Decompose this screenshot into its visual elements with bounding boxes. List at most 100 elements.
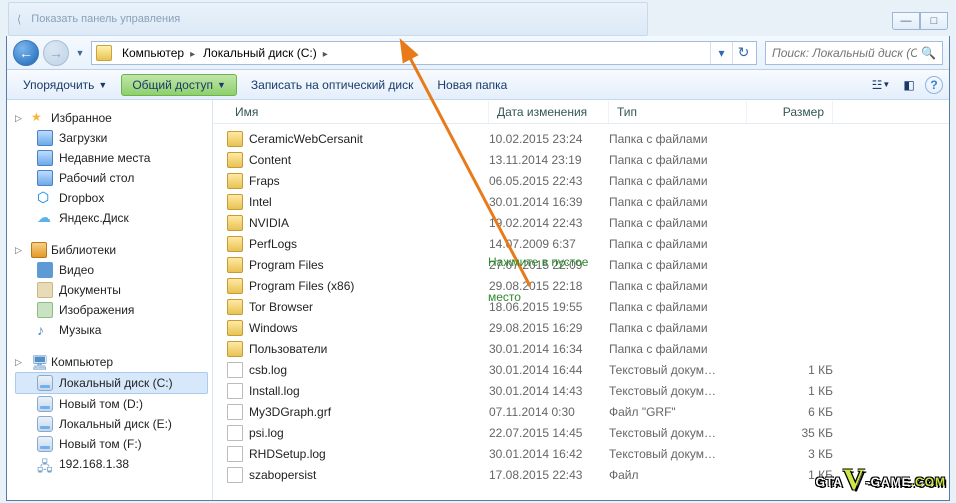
history-dropdown[interactable]: ▼	[73, 48, 87, 58]
file-row[interactable]: Windows29.08.2015 16:29Папка с файлами	[227, 317, 949, 338]
sidebar-item[interactable]: Видео	[15, 260, 208, 280]
item-icon	[37, 262, 53, 278]
sidebar-item[interactable]: Новый том (F:)	[15, 434, 208, 454]
col-date[interactable]: Дата изменения	[489, 101, 609, 123]
cell-date: 22.07.2015 14:45	[489, 426, 609, 440]
sidebar-item[interactable]: Изображения	[15, 300, 208, 320]
item-label: 192.168.1.38	[59, 457, 129, 471]
file-row[interactable]: PerfLogs14.07.2009 6:37Папка с файлами	[227, 233, 949, 254]
computer-header[interactable]: ▷ 🖥 Компьютер	[15, 352, 208, 372]
cell-type: Папка с файлами	[609, 195, 747, 209]
cell-date: 14.07.2009 6:37	[489, 237, 609, 251]
sidebar-item[interactable]: Загрузки	[15, 128, 208, 148]
file-row[interactable]: Program Files27.07.2015 22:09Папка с фай…	[227, 254, 949, 275]
chevron-down-icon: ▼	[98, 80, 107, 90]
sidebar-item[interactable]: ☁Яндекс.Диск	[15, 208, 208, 228]
cell-type: Текстовый докум…	[609, 447, 747, 461]
sidebar-item[interactable]: Рабочий стол	[15, 168, 208, 188]
libraries-header[interactable]: ▷ Библиотеки	[15, 240, 208, 260]
search-input[interactable]	[772, 46, 917, 60]
minimize-button[interactable]: —	[892, 12, 920, 30]
view-options-button[interactable]: ☳ ▼	[869, 74, 893, 96]
cell-size: 6 КБ	[747, 405, 833, 419]
window-chrome-buttons: — □	[892, 12, 948, 30]
star-icon: ★	[31, 110, 47, 126]
file-row[interactable]: Intel30.01.2014 16:39Папка с файлами	[227, 191, 949, 212]
item-icon	[37, 150, 53, 166]
back-button[interactable]: ←	[13, 40, 39, 66]
libraries-group: ▷ Библиотеки Видео Документы Изображения♪М…	[15, 240, 208, 340]
file-row[interactable]: Пользователи30.01.2014 16:34Папка с файл…	[227, 338, 949, 359]
item-icon	[37, 396, 53, 412]
cell-date: 27.07.2015 22:09	[489, 258, 609, 272]
new-folder-button[interactable]: Новая папка	[427, 74, 517, 96]
file-row[interactable]: Tor Browser18.06.2015 19:55Папка с файла…	[227, 296, 949, 317]
file-row[interactable]: Content13.11.2014 23:19Папка с файлами	[227, 149, 949, 170]
cell-date: 06.05.2015 22:43	[489, 174, 609, 188]
sidebar-item[interactable]: ⬡Dropbox	[15, 188, 208, 208]
sidebar-item[interactable]: Документы	[15, 280, 208, 300]
col-type[interactable]: Тип	[609, 101, 747, 123]
cell-name: Program Files (x86)	[249, 279, 489, 293]
sidebar-item[interactable]: Локальный диск (E:)	[15, 414, 208, 434]
item-icon	[37, 302, 53, 318]
file-row[interactable]: RHDSetup.log30.01.2014 16:42Текстовый до…	[227, 443, 949, 464]
sidebar-item[interactable]: Недавние места	[15, 148, 208, 168]
body-split: ▷ ★ Избранное ЗагрузкиНедавние местаРабо…	[7, 100, 949, 500]
file-row[interactable]: CeramicWebCersanit10.02.2015 23:24Папка …	[227, 128, 949, 149]
cell-date: 29.08.2015 16:29	[489, 321, 609, 335]
cell-type: Папка с файлами	[609, 132, 747, 146]
cell-name: CeramicWebCersanit	[249, 132, 489, 146]
file-icon	[227, 446, 243, 462]
sidebar-item[interactable]: Локальный диск (C:)	[15, 372, 208, 394]
cell-date: 29.08.2015 22:18	[489, 279, 609, 293]
refresh-button[interactable]: ↻	[732, 42, 754, 64]
cell-date: 30.01.2014 16:42	[489, 447, 609, 461]
preview-pane-button[interactable]: ◧	[897, 74, 921, 96]
item-label: Музыка	[59, 323, 101, 337]
folder-icon	[227, 152, 243, 168]
forward-button[interactable]: →	[43, 40, 69, 66]
breadcrumb-drive[interactable]: Локальный диск (C:)	[199, 46, 332, 60]
breadcrumb-root[interactable]: Компьютер	[118, 46, 199, 60]
file-row[interactable]: Fraps06.05.2015 22:43Папка с файлами	[227, 170, 949, 191]
address-dropdown[interactable]: ▾	[710, 42, 732, 64]
file-list-area: Имя Дата изменения Тип Размер CeramicWeb…	[213, 100, 949, 500]
file-rows[interactable]: CeramicWebCersanit10.02.2015 23:24Папка …	[213, 124, 949, 500]
sidebar-item[interactable]: Новый том (D:)	[15, 394, 208, 414]
burn-button[interactable]: Записать на оптический диск	[241, 74, 424, 96]
file-row[interactable]: My3DGraph.grf07.11.2014 0:30Файл "GRF"6 …	[227, 401, 949, 422]
col-name[interactable]: Имя	[227, 101, 489, 123]
item-label: Локальный диск (C:)	[59, 376, 173, 390]
folder-icon	[227, 173, 243, 189]
file-row[interactable]: NVIDIA19.02.2014 22:43Папка с файлами	[227, 212, 949, 233]
file-row[interactable]: Install.log30.01.2014 14:43Текстовый док…	[227, 380, 949, 401]
file-icon	[227, 467, 243, 483]
navigation-pane: ▷ ★ Избранное ЗагрузкиНедавние местаРабо…	[7, 100, 213, 500]
file-row[interactable]: psi.log22.07.2015 14:45Текстовый докум…3…	[227, 422, 949, 443]
favorites-header[interactable]: ▷ ★ Избранное	[15, 108, 208, 128]
cell-name: RHDSetup.log	[249, 447, 489, 461]
maximize-button[interactable]: □	[920, 12, 948, 30]
cell-name: Content	[249, 153, 489, 167]
cell-name: szabopersist	[249, 468, 489, 482]
item-label: Документы	[59, 283, 121, 297]
file-row[interactable]: Program Files (x86)29.08.2015 22:18Папка…	[227, 275, 949, 296]
search-box[interactable]: 🔍	[765, 41, 943, 65]
help-button[interactable]: ?	[925, 76, 943, 94]
sidebar-item[interactable]: 🖧192.168.1.38	[15, 454, 208, 474]
folder-icon	[227, 320, 243, 336]
cell-name: Windows	[249, 321, 489, 335]
cell-name: NVIDIA	[249, 216, 489, 230]
chevron-down-icon: ▼	[217, 80, 226, 90]
item-icon: ☁	[37, 210, 53, 226]
cell-date: 18.06.2015 19:55	[489, 300, 609, 314]
share-button[interactable]: Общий доступ▼	[121, 74, 237, 96]
file-row[interactable]: csb.log30.01.2014 16:44Текстовый докум…1…	[227, 359, 949, 380]
sidebar-item[interactable]: ♪Музыка	[15, 320, 208, 340]
arrow-left-icon: ←	[19, 45, 33, 61]
organize-button[interactable]: Упорядочить▼	[13, 74, 117, 96]
cell-type: Файл	[609, 468, 747, 482]
col-size[interactable]: Размер	[747, 101, 833, 123]
address-bar[interactable]: Компьютер Локальный диск (C:) ▾ ↻	[91, 41, 757, 65]
